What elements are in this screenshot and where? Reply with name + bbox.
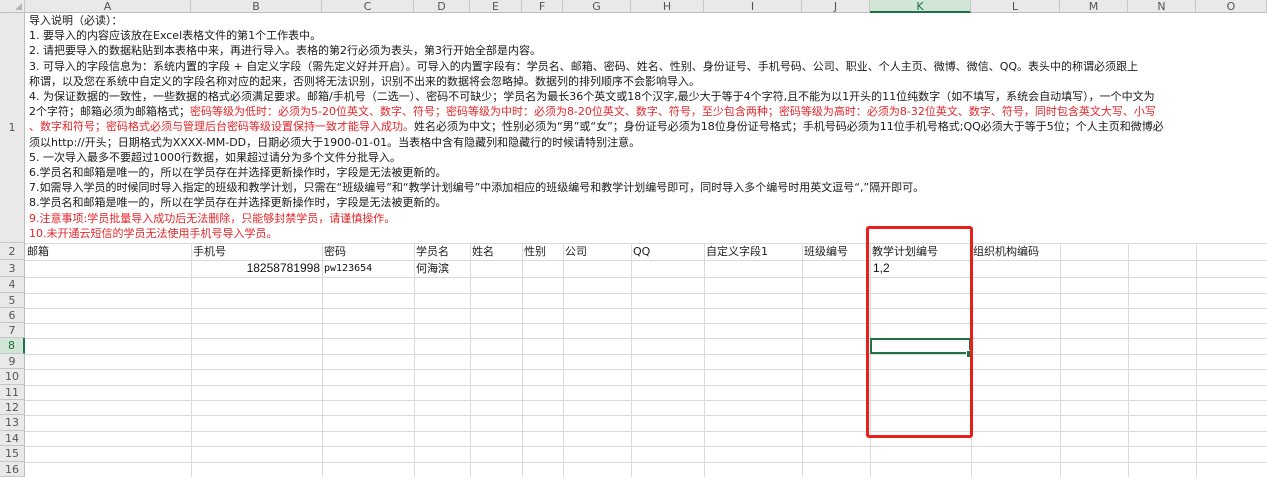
- header-cell-class-id[interactable]: 班级编号: [802, 243, 848, 260]
- grid-line: [25, 293, 1267, 294]
- instruction-line: 导入说明（必读）：: [29, 14, 123, 27]
- instruction-line: 4. 为保证数据的一致性，一些数据的格式必须满足要求。邮箱/手机号（二选一）、密…: [29, 90, 1155, 104]
- grid-line: [25, 385, 1267, 386]
- column-header-h[interactable]: H: [631, 0, 704, 13]
- header-cell-password[interactable]: 密码: [322, 243, 346, 260]
- grid-line: [25, 338, 1267, 339]
- header-cell-company[interactable]: 公司: [563, 243, 587, 260]
- grid-line: [25, 369, 1267, 370]
- grid-line: [25, 431, 1267, 432]
- instruction-line: 8.学员名和邮箱是唯一的，所以在学员存在并选择更新操作时，字段是无法被更新的。: [29, 196, 447, 210]
- warning-line: 9.注意事项:学员批量导入成功后无法删除，只能够封禁学员，请谨慎操作。: [29, 211, 396, 225]
- instruction-line: 2. 请把要导入的数据粘贴到本表格中来，再进行导入。表格的第2行必须为表头，第3…: [29, 44, 541, 58]
- grid-line: [631, 243, 632, 477]
- grid-line: [25, 354, 1267, 355]
- corner-triangle-icon: [15, 3, 22, 10]
- column-header-b[interactable]: B: [191, 0, 322, 13]
- column-header-n[interactable]: N: [1128, 0, 1196, 13]
- grid-line: [25, 446, 1267, 447]
- row-header-3[interactable]: 3: [0, 260, 25, 277]
- warning-line: 10.未开通云短信的学员无法使用手机号导入学员。: [29, 226, 278, 240]
- grid-line: [802, 243, 803, 477]
- row-header-5[interactable]: 5: [0, 293, 25, 308]
- select-all-corner[interactable]: [0, 0, 25, 13]
- instruction-line: 须以http://开头；日期格式为XXXX-MM-DD，日期必须大于1900-0…: [29, 135, 641, 149]
- row-header-7[interactable]: 7: [0, 323, 25, 338]
- grid-line: [704, 243, 705, 477]
- grid-line: [414, 243, 415, 477]
- column-header-d[interactable]: D: [414, 0, 470, 13]
- header-cell-student-name[interactable]: 学员名: [414, 243, 449, 260]
- column-header-e[interactable]: E: [470, 0, 522, 13]
- row-header-15[interactable]: 15: [0, 446, 25, 462]
- instruction-line: 2个字符；邮箱必须为邮箱格式；密码等级为低时：必须为5-20位英文、数字、符号；…: [29, 104, 1265, 119]
- row-header-13[interactable]: 13: [0, 415, 25, 431]
- header-cell-gender[interactable]: 性别: [522, 243, 546, 260]
- grid-line: [563, 243, 564, 477]
- cell-phone[interactable]: 18258781998: [191, 260, 320, 277]
- grid-line: [1128, 243, 1129, 477]
- column-header-a[interactable]: A: [25, 0, 191, 13]
- column-header-k[interactable]: K: [870, 0, 971, 13]
- cell-password[interactable]: pw123654: [324, 260, 372, 277]
- row-header-14[interactable]: 14: [0, 431, 25, 446]
- row-header-8[interactable]: 8: [0, 338, 25, 354]
- instruction-line: 3. 可导入的字段信息为：系统内置的字段 + 自定义字段（需先定义好并开启）。可…: [29, 59, 1139, 73]
- row-header-16[interactable]: 16: [0, 462, 25, 477]
- column-header-i[interactable]: I: [704, 0, 802, 13]
- grid-line: [322, 243, 323, 477]
- row-header-11[interactable]: 11: [0, 385, 25, 400]
- instruction-line: 、数字和符号；密码格式必须与管理后台密码等级设置保持一致才能导入成功。姓名必须为…: [29, 119, 1265, 134]
- column-header-m[interactable]: M: [1060, 0, 1128, 13]
- grid-line: [25, 277, 1267, 278]
- grid-line: [470, 243, 471, 477]
- grid-line: [25, 400, 1267, 401]
- row-header-12[interactable]: 12: [0, 400, 25, 415]
- row-header-2[interactable]: 2: [0, 243, 25, 260]
- row-header-10[interactable]: 10: [0, 369, 25, 385]
- instruction-line: 6.学员名和邮箱是唯一的，所以在学员存在并选择更新操作时，字段是无法被更新的。: [29, 166, 447, 180]
- grid-line: [25, 308, 1267, 309]
- row-header-6[interactable]: 6: [0, 308, 25, 323]
- header-cell-qq[interactable]: QQ: [631, 243, 650, 260]
- password-rule-text: 、数字和符号；密码格式必须与管理后台密码等级设置保持一致才能导入成功。: [29, 120, 414, 134]
- header-cell-custom-field-1[interactable]: 自定义字段1: [704, 243, 768, 260]
- instruction-text: 姓名必须为中文；性别必须为“男”或“女”；身份证号必须为18位身份证号格式；手机…: [414, 120, 1164, 134]
- instruction-line: 5. 一次导入最多不要超过1000行数据，如果超过请分为多个文件分批导入。: [29, 150, 401, 164]
- header-cell-name[interactable]: 姓名: [470, 243, 494, 260]
- grid-line: [1196, 243, 1197, 477]
- grid-line: [1060, 243, 1061, 477]
- import-instructions-cell[interactable]: 导入说明（必读）： 1. 要导入的内容应该放在Excel表格文件的第1个工作表中…: [29, 13, 1265, 243]
- grid-line: [25, 415, 1267, 416]
- header-cell-phone[interactable]: 手机号: [191, 243, 226, 260]
- grid-line: [522, 243, 523, 477]
- column-header-j[interactable]: J: [802, 0, 870, 13]
- header-cell-org-code[interactable]: 组织机构编码: [971, 243, 1039, 260]
- grid-line: [25, 462, 1267, 463]
- column-header-g[interactable]: G: [563, 0, 631, 13]
- column-header-o[interactable]: O: [1196, 0, 1267, 13]
- row-header-4[interactable]: 4: [0, 277, 25, 293]
- instruction-text: 2个字符；邮箱必须为邮箱格式；: [29, 105, 190, 119]
- password-rule-text: 密码等级为低时：必须为5-20位英文、数字、符号；密码等级为中时：必须为8-20…: [190, 105, 1156, 119]
- column-header-l[interactable]: L: [971, 0, 1060, 13]
- grid-line: [191, 243, 192, 477]
- highlight-box: [866, 226, 973, 438]
- spreadsheet-grid[interactable]: A B C D E F G H I J K L M N O 1 2 3 4 5 …: [0, 0, 1267, 477]
- instruction-line: 7.如需导入学员的时候同时导入指定的班级和教学计划，只需在“班级编号”和“教学计…: [29, 181, 925, 195]
- column-header-c[interactable]: C: [322, 0, 414, 13]
- row-header-1[interactable]: 1: [0, 13, 25, 243]
- header-cell-email[interactable]: 邮箱: [25, 243, 49, 260]
- row-header-9[interactable]: 9: [0, 354, 25, 369]
- grid-line: [25, 323, 1267, 324]
- instruction-line: 1. 要导入的内容应该放在Excel表格文件的第1个工作表中。: [29, 29, 322, 43]
- column-header-f[interactable]: F: [522, 0, 563, 13]
- instruction-line: 称谓，以及您在系统中自定义的字段名称对应的起来，否则将无法识别，识别不出来的数据…: [29, 74, 700, 88]
- cell-student-name[interactable]: 何海滨: [416, 260, 449, 277]
